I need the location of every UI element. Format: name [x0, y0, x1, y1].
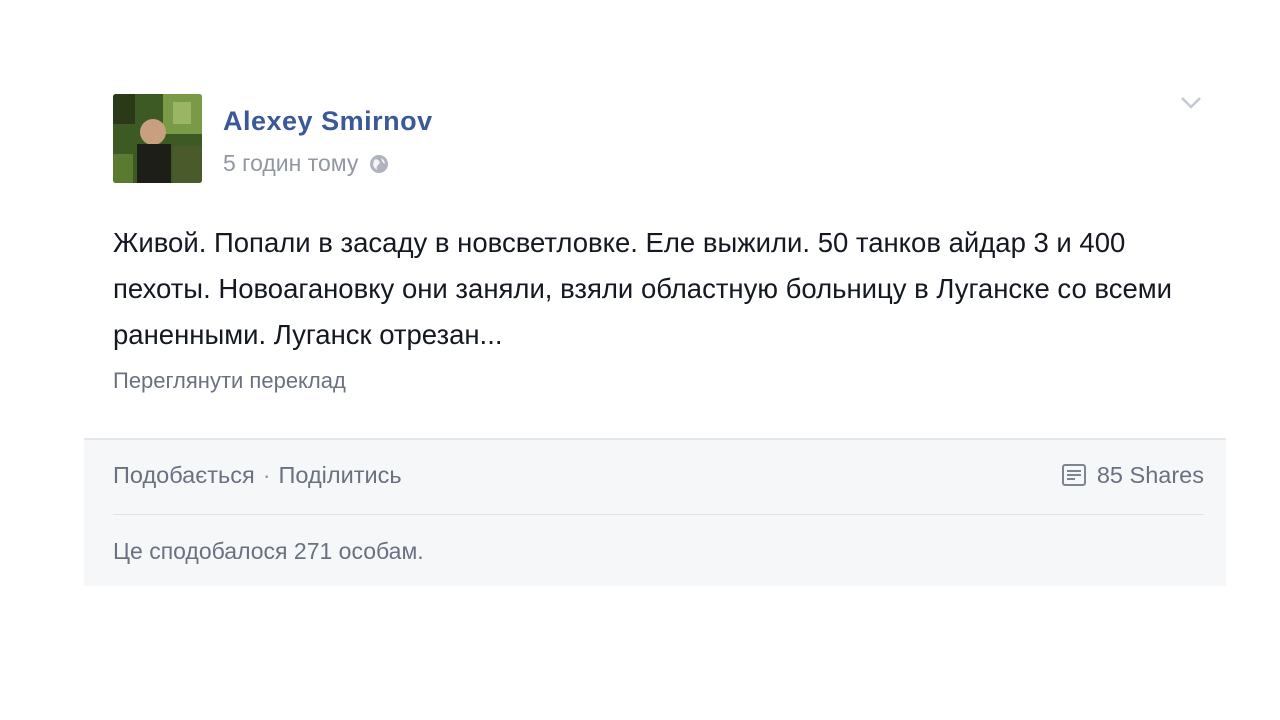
- likes-summary[interactable]: Це сподобалося 271 особам.: [113, 538, 424, 565]
- author-avatar[interactable]: [113, 94, 202, 183]
- like-button[interactable]: Подобається: [113, 462, 255, 489]
- shares-icon: [1061, 463, 1089, 489]
- see-translation-link[interactable]: Переглянути переклад: [113, 368, 346, 394]
- post-footer: Подобається · Поділитись 85 Shares Це сп…: [84, 438, 1226, 586]
- post-body-text: Живой. Попали в засаду в новсветловке. Е…: [113, 227, 1173, 350]
- post-actions: Подобається · Поділитись: [113, 462, 402, 489]
- globe-icon[interactable]: [368, 153, 390, 175]
- post-timestamp[interactable]: 5 годин тому: [223, 150, 358, 177]
- shares-count-label: 85 Shares: [1096, 462, 1204, 488]
- action-separator: ·: [262, 462, 271, 488]
- share-button[interactable]: Поділитись: [279, 462, 402, 489]
- chevron-down-icon[interactable]: [1180, 96, 1202, 110]
- author-name-link[interactable]: Alexey Smirnov: [223, 106, 433, 137]
- feed-post: Alexey Smirnov 5 годин тому Живой. Попал…: [84, 70, 1226, 586]
- shares-count-link[interactable]: 85 Shares: [1061, 462, 1204, 489]
- footer-divider: [113, 514, 1204, 515]
- post-meta: 5 годин тому: [223, 150, 390, 177]
